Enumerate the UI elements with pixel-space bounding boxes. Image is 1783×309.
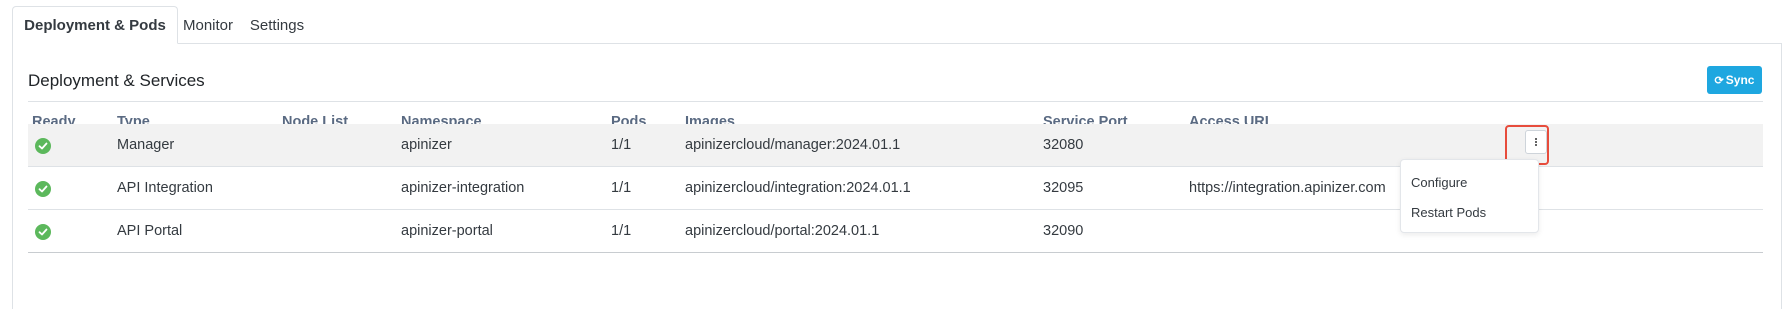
tab-monitor[interactable]: Monitor [173,8,243,43]
cell-namespace: apinizer [401,137,452,153]
sync-label: Sync [1725,73,1755,87]
cell-pods: 1/1 [611,137,632,153]
tab-deployment-pods[interactable]: Deployment & Pods [12,6,178,44]
row-actions-menu: Configure Restart Pods [1400,159,1539,233]
cell-type: Manager [117,137,175,153]
sync-button[interactable]: ⟳ Sync [1707,66,1762,94]
cell-type: API Portal [117,223,183,239]
cell-access-url[interactable]: https://integration.apinizer.com [1189,167,1386,209]
cell-service-port: 32090 [1043,223,1084,239]
cell-images: apinizercloud/integration:2024.01.1 [685,180,911,196]
tab-bar: Deployment & Pods Monitor Settings [12,0,1782,44]
cell-type: API Integration [117,180,213,196]
cell-pods: 1/1 [611,180,632,196]
tab-settings[interactable]: Settings [246,8,308,43]
menu-item-configure[interactable]: Configure [1411,175,1467,190]
cell-images: apinizercloud/portal:2024.01.1 [685,223,880,239]
cell-images: apinizercloud/manager:2024.01.1 [685,137,901,153]
cell-namespace: apinizer-portal [401,223,493,239]
card-title: Deployment & Services [28,71,205,90]
refresh-icon: ⟳ [1714,75,1724,87]
divider [28,101,1763,102]
check-circle-icon [35,224,51,240]
cell-pods: 1/1 [611,223,632,239]
menu-item-restart-pods[interactable]: Restart Pods [1411,205,1486,220]
check-circle-icon [35,138,51,154]
cell-service-port: 32095 [1043,180,1084,196]
cell-service-port: 32080 [1043,137,1084,153]
cell-namespace: apinizer-integration [401,180,525,196]
check-circle-icon [35,181,51,197]
